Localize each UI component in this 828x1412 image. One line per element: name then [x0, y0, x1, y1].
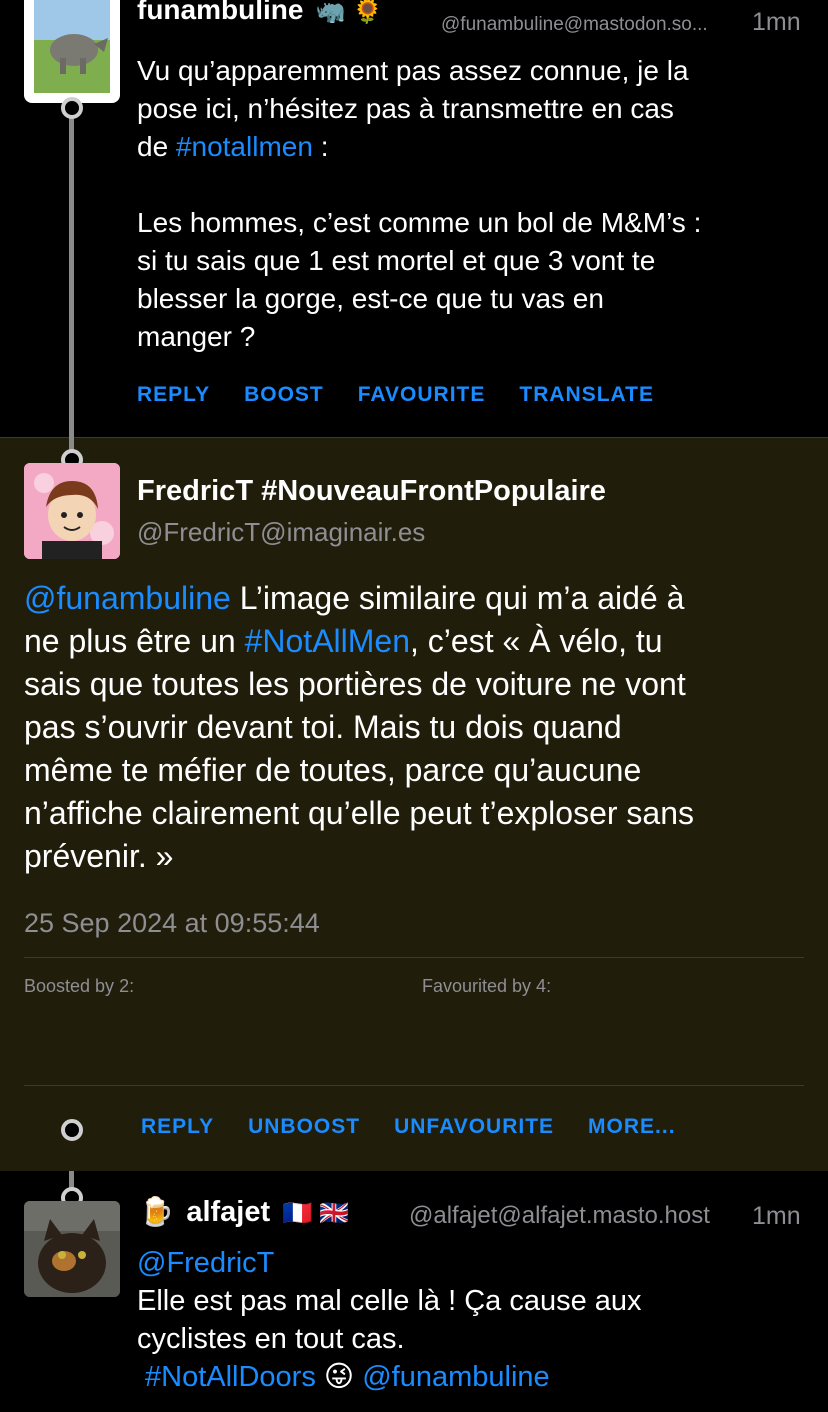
post2-actions: REPLY UNBOOST UNFAVOURITE MORE...	[141, 1115, 676, 1139]
mention-funambuline-2[interactable]: @funambuline	[362, 1361, 549, 1393]
content-line: même te méfier de toutes, parce qu’aucun…	[24, 752, 642, 788]
unboost-button[interactable]: UNBOOST	[248, 1115, 360, 1139]
translate-button[interactable]: TRANSLATE	[519, 383, 654, 407]
content-line: n’affiche clairement qu’elle peut t’expl…	[24, 795, 695, 831]
content-line: de #notallmen :	[137, 131, 329, 162]
content-line: manger ?	[137, 321, 256, 352]
thread-dot-3	[61, 1119, 83, 1141]
display-name-funambuline[interactable]: funambuline	[137, 0, 303, 25]
winking-face-icon: 😜	[323, 1361, 355, 1393]
content-line: si tu sais que 1 est mortel et que 3 von…	[137, 245, 656, 276]
content-line: prévenir. »	[24, 838, 174, 874]
content-line: ne plus être un #NotAllMen, c’est « À vé…	[24, 623, 663, 659]
content-line: pose ici, n’hésitez pas à transmettre en…	[137, 93, 674, 124]
handle-funambuline[interactable]: @funambuline@mastodon.so...	[441, 14, 708, 36]
favourite-button[interactable]: FAVOURITE	[358, 383, 486, 407]
post2-content: @funambuline L’image similaire qui m’a a…	[24, 577, 814, 878]
content-line: blesser la gorge, est-ce que tu vas en	[137, 283, 604, 314]
content-line: cyclistes en tout cas.	[137, 1323, 405, 1355]
unfavourite-button[interactable]: UNFAVOURITE	[394, 1115, 554, 1139]
content-line: Elle est pas mal celle là ! Ça cause aux	[137, 1285, 642, 1317]
avatar-alfajet[interactable]	[24, 1201, 120, 1297]
avatar-fredrict[interactable]	[24, 463, 120, 559]
separator	[24, 1085, 804, 1086]
hashtag-notalldoors[interactable]: #NotAllDoors	[145, 1361, 316, 1393]
content-line: @funambuline L’image similaire qui m’a a…	[24, 580, 685, 616]
content-line: pas s’ouvrir devant toi. Mais tu dois qu…	[24, 709, 622, 745]
favourited-by-label[interactable]: Favourited by 4:	[422, 976, 551, 997]
post-content: Vu qu’apparemment pas assez connue, je l…	[137, 52, 817, 356]
content-line: #NotAllDoors 😜 @funambuline	[137, 1358, 817, 1396]
beer-icon: 🍺	[139, 1196, 174, 1227]
reply-button[interactable]: REPLY	[141, 1115, 214, 1139]
hashtag-notallmen[interactable]: #notallmen	[176, 131, 313, 162]
thread-line-top	[69, 100, 74, 460]
separator	[24, 957, 804, 958]
more-button[interactable]: MORE...	[588, 1115, 676, 1139]
display-name-fredrict[interactable]: FredricT #NouveauFrontPopulaire	[137, 475, 606, 508]
post3-content: @FredricT Elle est pas mal celle là ! Ça…	[137, 1244, 817, 1396]
content-line: Vu qu’apparemment pas assez connue, je l…	[137, 55, 689, 86]
boosted-by-label[interactable]: Boosted by 2:	[24, 976, 134, 997]
avatar-funambuline[interactable]	[24, 0, 120, 103]
boost-button[interactable]: BOOST	[244, 383, 324, 407]
content-line: Les hommes, c’est comme un bol de M&M’s …	[137, 207, 702, 238]
flags: 🇫🇷 🇬🇧	[282, 1200, 350, 1227]
post1-actions: REPLY BOOST FAVOURITE TRANSLATE	[137, 383, 654, 407]
mention-funambuline[interactable]: @funambuline	[24, 580, 231, 616]
content-line: sais que toutes les portières de voiture…	[24, 666, 686, 702]
name-emojis: 🦏 🌻	[315, 0, 383, 25]
thread-dot-1	[61, 97, 83, 119]
display-name-alfajet[interactable]: alfajet	[186, 1196, 270, 1228]
post-time: 1mn	[752, 1202, 801, 1230]
handle-fredrict[interactable]: @FredricT@imaginair.es	[137, 517, 425, 548]
hashtag-notallmen-2[interactable]: #NotAllMen	[245, 623, 410, 659]
handle-alfajet[interactable]: @alfajet@alfajet.masto.host	[409, 1202, 710, 1230]
reply-button[interactable]: REPLY	[137, 383, 210, 407]
post-time: 1mn	[752, 8, 801, 36]
post-timestamp: 25 Sep 2024 at 09:55:44	[24, 908, 320, 938]
mention-fredrict[interactable]: @FredricT	[137, 1244, 817, 1282]
